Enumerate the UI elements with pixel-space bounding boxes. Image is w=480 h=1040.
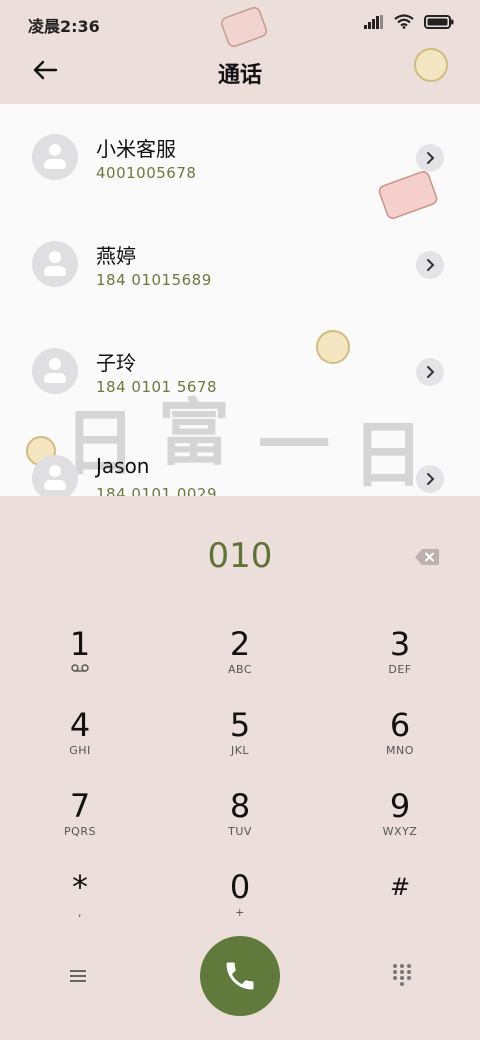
status-icons xyxy=(364,14,454,29)
keypad-toggle-button[interactable] xyxy=(390,962,414,986)
contact-name: 子玲 xyxy=(96,351,136,375)
key-letters: JKL xyxy=(230,744,250,757)
key-3[interactable]: 3 DEF xyxy=(320,626,480,707)
avatar xyxy=(32,455,78,496)
key-digit: # xyxy=(389,873,411,901)
contact-name: 小米客服 xyxy=(96,137,176,161)
backspace-icon xyxy=(415,549,439,565)
wifi-icon xyxy=(394,14,414,29)
phone-icon xyxy=(226,962,254,990)
key-digit: 3 xyxy=(389,625,411,663)
key-star[interactable]: * , xyxy=(0,869,160,950)
battery-icon xyxy=(424,14,454,29)
key-digit: 8 xyxy=(229,787,251,825)
contact-detail-button[interactable] xyxy=(416,465,444,493)
voicemail-icon xyxy=(0,663,160,676)
chevron-right-icon xyxy=(427,366,435,378)
contact-detail-button[interactable] xyxy=(416,358,444,386)
avatar xyxy=(32,241,78,287)
dialpad: 010 1 2 ABC 3 DEF 4 GHI 5 JKL 6 MNO 7 PQ… xyxy=(0,496,480,1040)
key-2[interactable]: 2 ABC xyxy=(160,626,320,707)
contact-item[interactable]: 子玲 184 0101 5678 xyxy=(0,318,480,425)
key-digit: 2 xyxy=(229,625,251,663)
key-letters: GHI xyxy=(69,744,91,757)
menu-icon xyxy=(70,970,86,982)
key-4[interactable]: 4 GHI xyxy=(0,707,160,788)
key-digit: 7 xyxy=(69,787,91,825)
contact-number: 184 0101 5678 xyxy=(96,378,218,396)
key-digit: 4 xyxy=(69,706,91,744)
contact-number: 184 01015689 xyxy=(96,271,212,289)
key-digit: * xyxy=(72,868,88,906)
key-digit: 1 xyxy=(69,625,91,663)
contact-name: 燕婷 xyxy=(96,244,136,268)
call-button[interactable] xyxy=(200,936,280,1016)
key-letters: + xyxy=(235,906,245,919)
status-time: 凌晨2:36 xyxy=(28,17,100,36)
key-letters: , xyxy=(78,906,82,919)
contact-detail-button[interactable] xyxy=(416,251,444,279)
page-title: 通话 xyxy=(217,63,262,88)
contact-list: 日 富 一 日 小米客服 4001005678 燕婷 184 01015689 … xyxy=(0,104,480,496)
dialed-number-display[interactable]: 010 xyxy=(0,536,480,576)
chevron-right-icon xyxy=(427,473,435,485)
key-letters: WXYZ xyxy=(382,825,418,838)
key-7[interactable]: 7 PQRS xyxy=(0,788,160,869)
contact-detail-button[interactable] xyxy=(416,144,444,172)
red-envelope-decoration-icon xyxy=(221,7,267,47)
key-letters: DEF xyxy=(388,663,412,676)
keypad-icon xyxy=(393,964,411,986)
contact-name: Jason xyxy=(96,454,150,478)
key-letters: TUV xyxy=(228,825,252,838)
chevron-right-icon xyxy=(427,259,435,271)
contact-item[interactable]: 燕婷 184 01015689 xyxy=(0,211,480,318)
key-8[interactable]: 8 TUV xyxy=(160,788,320,869)
key-hash[interactable]: # xyxy=(320,869,480,950)
key-1[interactable]: 1 xyxy=(0,626,160,707)
key-digit: 0 xyxy=(229,868,251,906)
contact-item[interactable]: 小米客服 4001005678 xyxy=(0,104,480,211)
contact-number: 184 0101 0029 xyxy=(96,485,218,496)
app-header: 通话 xyxy=(0,7,480,104)
signal-icon xyxy=(364,14,383,29)
menu-button[interactable] xyxy=(66,964,90,988)
contact-number: 4001005678 xyxy=(96,164,197,182)
contact-item[interactable]: Jason 184 0101 0029 xyxy=(0,425,480,496)
key-9[interactable]: 9 WXYZ xyxy=(320,788,480,869)
avatar xyxy=(32,134,78,180)
key-5[interactable]: 5 JKL xyxy=(160,707,320,788)
key-digit: 9 xyxy=(389,787,411,825)
key-digit: 5 xyxy=(229,706,251,744)
key-letters: MNO xyxy=(386,744,414,757)
key-digit: 6 xyxy=(389,706,411,744)
key-6[interactable]: 6 MNO xyxy=(320,707,480,788)
key-letters: PQRS xyxy=(64,825,96,838)
key-letters: ABC xyxy=(227,663,253,676)
backspace-button[interactable] xyxy=(414,548,440,566)
avatar xyxy=(32,348,78,394)
coin-decoration-icon xyxy=(414,48,448,82)
chevron-right-icon xyxy=(427,152,435,164)
